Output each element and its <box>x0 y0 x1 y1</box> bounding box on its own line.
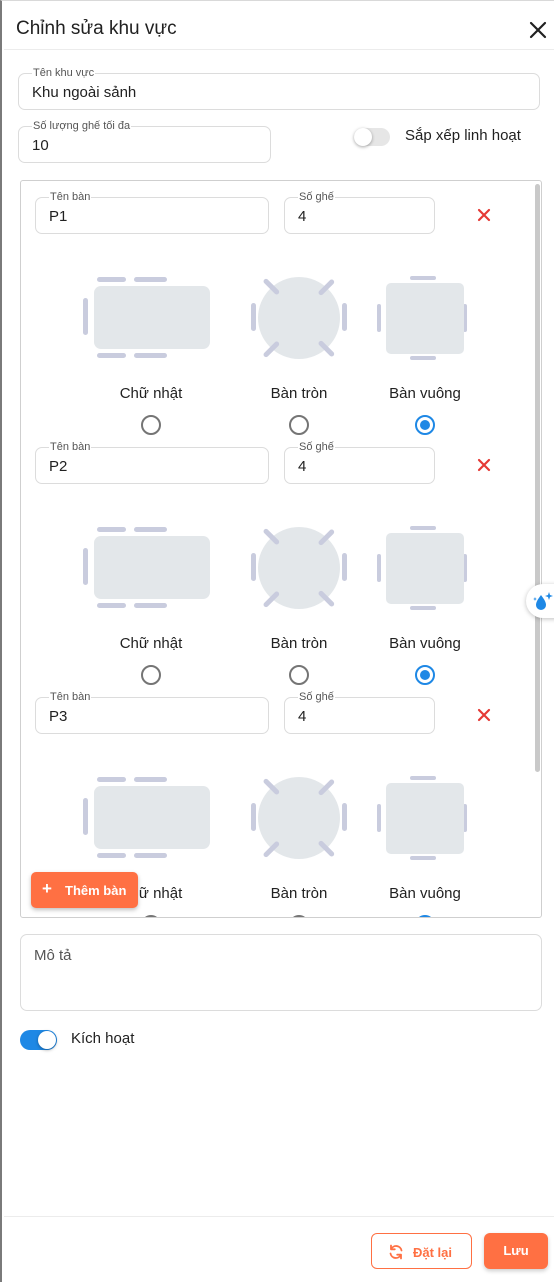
max-seats-value: 10 <box>32 137 49 154</box>
add-table-button[interactable]: + Thêm bàn <box>31 872 138 908</box>
shape-radio-rect[interactable] <box>141 915 161 917</box>
flexible-toggle[interactable] <box>354 128 390 146</box>
shape-radio-square[interactable] <box>415 415 435 435</box>
seat-count-field[interactable]: Số ghế 4 <box>284 441 435 484</box>
table-list <box>20 180 542 918</box>
close-icon[interactable] <box>528 20 548 40</box>
seat-count-field[interactable]: Số ghế 4 <box>284 191 435 234</box>
table-name-field[interactable]: Tên bàn P2 <box>35 441 269 484</box>
table-list-scrollbar[interactable] <box>535 184 540 772</box>
dialog-header: Chỉnh sửa khu vực <box>4 2 554 50</box>
seat-count-label: Số ghế <box>298 441 335 453</box>
reset-button[interactable]: Đặt lại <box>371 1233 472 1269</box>
description-placeholder: Mô tả <box>34 947 72 964</box>
dialog-title: Chỉnh sửa khu vực <box>16 18 177 39</box>
area-name-label: Tên khu vực <box>32 67 96 79</box>
table-name-field[interactable]: Tên bàn P1 <box>35 191 269 234</box>
seat-count-value: 4 <box>298 458 307 475</box>
seat-count-value: 4 <box>298 208 307 225</box>
area-name-value: Khu ngoài sảnh <box>32 84 137 101</box>
shape-radio-square[interactable] <box>415 665 435 685</box>
flexible-label: Sắp xếp linh hoạt <box>405 127 521 144</box>
remove-table-icon[interactable] <box>477 708 491 722</box>
footer-divider <box>4 1216 554 1217</box>
seat-count-field[interactable]: Số ghế 4 <box>284 691 435 734</box>
max-seats-label: Số lượng ghế tối đa <box>32 120 132 132</box>
seat-count-label: Số ghế <box>298 691 335 703</box>
table-name-value: P3 <box>49 708 68 725</box>
area-name-field[interactable]: Tên khu vực Khu ngoài sảnh <box>18 67 540 110</box>
seat-count-value: 4 <box>298 708 307 725</box>
shape-radio-rect[interactable] <box>141 415 161 435</box>
refresh-icon <box>389 1244 403 1260</box>
shape-radio-rect[interactable] <box>141 665 161 685</box>
shape-radio-square[interactable] <box>415 915 435 917</box>
edit-area-dialog: Chỉnh sửa khu vực Tên khu vực Khu ngoài … <box>0 0 554 1282</box>
active-label: Kích hoạt <box>71 1030 135 1047</box>
remove-table-icon[interactable] <box>477 208 491 222</box>
table-name-label: Tên bàn <box>49 691 92 703</box>
add-table-label: Thêm bàn <box>65 883 127 898</box>
table-name-value: P2 <box>49 458 68 475</box>
plus-icon: + <box>42 879 52 898</box>
sparkle-drop-icon <box>533 592 553 610</box>
seat-count-label: Số ghế <box>298 191 335 203</box>
description-field[interactable]: Mô tả <box>20 934 542 1011</box>
table-name-value: P1 <box>49 208 68 225</box>
shape-radio-round[interactable] <box>289 915 309 917</box>
reset-label: Đặt lại <box>413 1245 453 1260</box>
table-name-label: Tên bàn <box>49 191 92 203</box>
assistant-button[interactable] <box>526 584 554 618</box>
shape-radio-round[interactable] <box>289 415 309 435</box>
save-button[interactable]: Lưu <box>484 1233 548 1269</box>
max-seats-field[interactable]: Số lượng ghế tối đa 10 <box>18 120 271 163</box>
shape-radio-round[interactable] <box>289 665 309 685</box>
active-toggle[interactable] <box>20 1030 57 1050</box>
table-name-field[interactable]: Tên bàn P3 <box>35 691 269 734</box>
remove-table-icon[interactable] <box>477 458 491 472</box>
table-name-label: Tên bàn <box>49 441 92 453</box>
